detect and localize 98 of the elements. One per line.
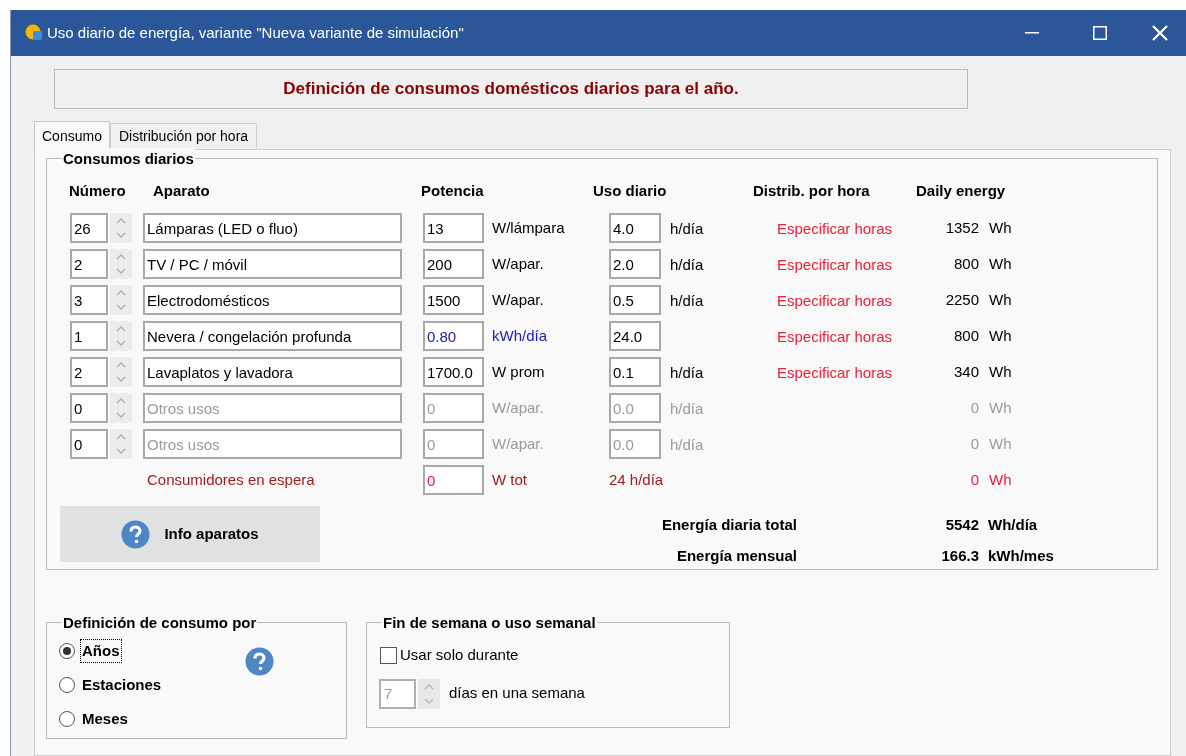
column-header: Aparato — [153, 180, 211, 201]
usage-field[interactable]: 4.0 — [609, 213, 661, 243]
spinner-icon[interactable] — [110, 357, 132, 387]
radio-label: Años — [80, 638, 122, 664]
unit-label: h/día — [670, 364, 704, 381]
unit-label: Wh — [989, 397, 1012, 418]
usage-field[interactable]: 24.0 — [609, 321, 661, 351]
unit-label: Wh/día — [988, 515, 1038, 535]
spinner-icon[interactable] — [418, 678, 440, 709]
unit-label: Wh — [989, 289, 1012, 310]
appliance-field[interactable]: Lavaplatos y lavadora — [143, 357, 402, 387]
unit-label: h/día — [670, 292, 704, 309]
energy-value: 1352 — [945, 217, 979, 238]
radio-button[interactable] — [59, 711, 75, 727]
power-field[interactable]: 1700.0 — [423, 357, 484, 387]
spinner-icon[interactable] — [110, 321, 132, 351]
help-icon — [121, 519, 151, 549]
days-label: días en una semana — [449, 683, 585, 704]
power-field[interactable]: 1500 — [423, 285, 484, 315]
app-icon — [25, 24, 43, 42]
specify-hours-link[interactable]: Especificar horas — [776, 218, 892, 238]
appliance-field[interactable]: TV / PC / móvil — [143, 249, 402, 279]
unit-label: Wh — [989, 433, 1012, 454]
energy-value: 800 — [953, 253, 979, 274]
usage-field[interactable]: 2.0 — [609, 249, 661, 279]
energy-value: 0 — [970, 433, 979, 454]
column-header: Número — [69, 180, 127, 201]
info-button[interactable]: Info aparatos — [60, 506, 320, 562]
window-title: Uso diario de energía, variante "Nueva variante de simulación" — [47, 22, 464, 43]
column-header: Potencia — [421, 180, 485, 201]
checkbox[interactable] — [380, 646, 397, 664]
power-field[interactable]: 0 — [423, 465, 484, 495]
column-header: Distrib. por hora — [753, 180, 871, 201]
usage-label: 24 h/día — [609, 470, 664, 488]
unit-label: h/día — [670, 400, 704, 417]
radio-label: Meses — [81, 708, 129, 729]
energy-value: 0 — [970, 469, 979, 490]
spinner-icon[interactable] — [110, 429, 132, 459]
number-field[interactable]: 2 — [70, 357, 108, 387]
spinner-icon[interactable] — [110, 285, 132, 315]
unit-label: Wh — [989, 361, 1012, 382]
unit-label: W tot — [492, 470, 527, 488]
spinner-icon[interactable] — [110, 213, 132, 243]
usage-field[interactable]: 0.5 — [609, 285, 661, 315]
unit-label: h/día — [670, 256, 704, 273]
spinner-icon[interactable] — [110, 393, 132, 423]
unit-label: h/día — [670, 220, 704, 237]
close-icon — [1152, 25, 1168, 41]
appliance-field[interactable]: Lámparas (LED o fluo) — [143, 213, 402, 243]
energy-value: 2250 — [945, 289, 979, 310]
tab[interactable]: Consumo — [34, 121, 110, 150]
energy-value: 340 — [953, 361, 979, 382]
tab[interactable]: Distribución por hora — [109, 123, 258, 149]
number-field[interactable]: 1 — [70, 321, 108, 351]
header-banner: Definición de consumos domésticos diarios para el año. — [54, 69, 968, 109]
spinner-icon[interactable] — [110, 249, 132, 279]
unit-label: W/apar. — [492, 290, 544, 308]
appliance-field[interactable]: Nevera / congelación profunda — [143, 321, 402, 351]
standby-label: Consumidores en espera — [147, 470, 315, 488]
minimize-icon — [1025, 32, 1039, 34]
unit-label: W/apar. — [492, 398, 544, 416]
unit-label: h/día — [670, 436, 704, 453]
checkbox-label: Usar solo durante — [400, 645, 519, 665]
unit-label: W prom — [492, 362, 545, 380]
radio-button[interactable] — [59, 677, 75, 693]
energy-value: 0 — [970, 397, 979, 418]
unit-label: W/lámpara — [492, 218, 565, 236]
specify-hours-link[interactable]: Especificar horas — [776, 326, 892, 346]
number-field[interactable]: 3 — [70, 285, 108, 315]
unit-label: W/apar. — [492, 254, 544, 272]
column-header: Daily energy — [916, 180, 1007, 201]
total-label: Energía diaria total — [661, 515, 797, 535]
unit-label: Wh — [989, 253, 1012, 274]
column-header: Uso diario — [593, 180, 668, 201]
energy-value: 800 — [953, 325, 979, 346]
maximize-icon — [1093, 26, 1107, 40]
power-field[interactable]: 13 — [423, 213, 484, 243]
unit-label: kWh/día — [492, 326, 548, 344]
specify-hours-link[interactable]: Especificar horas — [776, 290, 892, 310]
specify-hours-link[interactable]: Especificar horas — [776, 362, 892, 382]
number-field[interactable]: 26 — [70, 213, 108, 243]
unit-label: Wh — [989, 325, 1012, 346]
unit-label: W/apar. — [492, 434, 544, 452]
unit-label: kWh/mes — [988, 545, 1054, 566]
unit-label: Wh — [989, 217, 1012, 238]
total-value: 5542 — [945, 515, 979, 535]
total-label: Energía mensual — [676, 545, 797, 566]
appliance-field[interactable]: Electrodomésticos — [143, 285, 402, 315]
number-field[interactable]: 2 — [70, 249, 108, 279]
radio-button[interactable] — [59, 643, 75, 659]
usage-field[interactable]: 0.1 — [609, 357, 661, 387]
total-value: 166.3 — [941, 545, 979, 566]
radio-label: Estaciones — [81, 674, 163, 695]
power-field[interactable]: 200 — [423, 249, 484, 279]
power-field[interactable]: 0.80 — [423, 321, 484, 351]
unit-label: Wh — [989, 469, 1012, 490]
specify-hours-link[interactable]: Especificar horas — [776, 254, 892, 274]
help-icon[interactable] — [245, 647, 274, 676]
